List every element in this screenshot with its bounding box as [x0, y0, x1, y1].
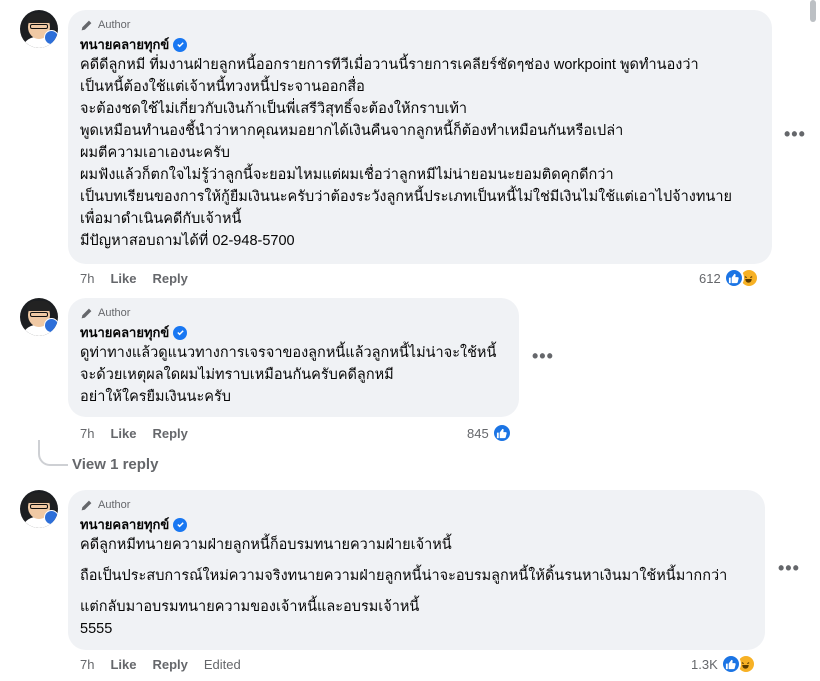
- reaction-summary[interactable]: 612: [699, 268, 759, 288]
- comment-actions: 7h Like Reply Edited: [80, 657, 241, 672]
- author-label: Author: [98, 499, 131, 511]
- author-badge: Author: [80, 17, 760, 33]
- like-reaction-icon: [491, 423, 512, 443]
- scrollbar-thumb[interactable]: [810, 0, 816, 22]
- comment-bubble: Author ทนายคลายทุกข์ คดีลูกหมีทนายความฝ่…: [68, 490, 765, 650]
- like-button[interactable]: Like: [110, 426, 136, 441]
- comment-text-line: ผมฟังแล้วก็ตกใจไม่รู้ว่าลูกนี้จะยอมไหมแต…: [80, 167, 614, 183]
- commenter-name[interactable]: ทนายคลายทุกข์: [80, 322, 169, 343]
- reply-thread-line: [38, 440, 68, 466]
- reaction-count: 1.3K: [691, 656, 718, 672]
- reaction-count: 612: [699, 270, 721, 286]
- reaction-summary[interactable]: 845: [467, 423, 512, 443]
- comment-text-line: ดูท่าทางแล้วดูแนวทางการเจรจาของลูกหนี้แล…: [80, 345, 497, 361]
- comment-text-line: เพื่อมาดำเนินคดีกับเจ้าหนี้: [80, 211, 242, 227]
- reaction-summary[interactable]: 1.3K: [691, 654, 756, 674]
- more-options-icon[interactable]: •••: [532, 346, 554, 367]
- pencil-icon: [81, 308, 92, 318]
- comment-text-line: ผมตีความเอาเองนะครับ: [80, 145, 230, 161]
- comment-text-line: เป็นบทเรียนของการให้กู้ยืมเงินนะครับว่าต…: [80, 189, 732, 205]
- comment-bubble: Author ทนายคลายทุกข์ ดูท่าทางแล้วดูแนวทา…: [68, 298, 519, 417]
- comment-text-line: คดีดีลูกหมี ที่มงานฝ่ายลูกหนี้ออกรายการท…: [80, 57, 699, 73]
- comment-actions: 7h Like Reply: [80, 271, 188, 286]
- reply-button[interactable]: Reply: [152, 426, 187, 441]
- avatar[interactable]: [20, 490, 58, 528]
- comment-text-line: พูดเหมือนทำนองชี้นำว่าหากคุณหมอยากได้เงิ…: [80, 123, 624, 139]
- like-reaction-icon: [720, 654, 741, 674]
- comment-text-line: คดีลูกหมีทนายความฝ่ายลูกหนี้ก็อบรมทนายคว…: [80, 537, 452, 553]
- verified-icon: [173, 37, 188, 52]
- comment-actions: 7h Like Reply: [80, 426, 188, 441]
- comment-text-line: จะต้องชดใช้ไม่เกี่ยวกับเงินก้าเป็นพี่เสร…: [80, 101, 468, 117]
- comment-text-line: แต่กลับมาอบรมทนายความของเจ้าหนี้และอบรมเ…: [80, 599, 420, 615]
- more-options-icon[interactable]: •••: [778, 558, 800, 579]
- more-options-icon[interactable]: •••: [784, 124, 806, 145]
- reaction-count: 845: [467, 425, 489, 441]
- avatar[interactable]: [20, 298, 58, 336]
- reply-button[interactable]: Reply: [152, 657, 187, 672]
- comment-text-line: อย่าให้ใครยืมเงินนะครับ: [80, 389, 231, 405]
- avatar[interactable]: [20, 10, 58, 48]
- verified-icon: [173, 325, 188, 340]
- like-button[interactable]: Like: [110, 271, 136, 286]
- comment-text-line: มีปัญหาสอบถามได้ที่ 02-948-5700: [80, 233, 295, 249]
- comment-text-line: 5555: [80, 621, 113, 637]
- author-badge: Author: [80, 497, 753, 513]
- reply-button[interactable]: Reply: [152, 271, 187, 286]
- like-reaction-icon: [723, 268, 744, 288]
- pencil-icon: [81, 500, 92, 510]
- author-label: Author: [98, 307, 131, 319]
- pencil-icon: [81, 20, 92, 30]
- timestamp[interactable]: 7h: [80, 657, 94, 672]
- edited-label: Edited: [203, 657, 241, 672]
- view-replies-button[interactable]: View 1 reply: [72, 456, 158, 473]
- timestamp[interactable]: 7h: [80, 271, 94, 286]
- commenter-name[interactable]: ทนายคลายทุกข์: [80, 34, 169, 55]
- comment-bubble: Author ทนายคลายทุกข์ คดีดีลูกหมี ที่มงาน…: [68, 10, 772, 264]
- author-label: Author: [98, 19, 131, 31]
- like-button[interactable]: Like: [110, 657, 136, 672]
- comment-text-line: เป็นหนี้ต้องใช้แต่เจ้าหนี้ทวงหนี้ประจานอ…: [80, 79, 365, 95]
- comment-text-line: จะด้วยเหตุผลใดผมไม่ทราบเหมือนกันครับคดีล…: [80, 367, 394, 383]
- comment-text-line: ถือเป็นประสบการณ์ใหม่ความจริงทนายความฝ่า…: [80, 568, 728, 584]
- author-badge: Author: [80, 305, 507, 321]
- commenter-name[interactable]: ทนายคลายทุกข์: [80, 514, 169, 535]
- verified-icon: [173, 517, 188, 532]
- timestamp[interactable]: 7h: [80, 426, 94, 441]
